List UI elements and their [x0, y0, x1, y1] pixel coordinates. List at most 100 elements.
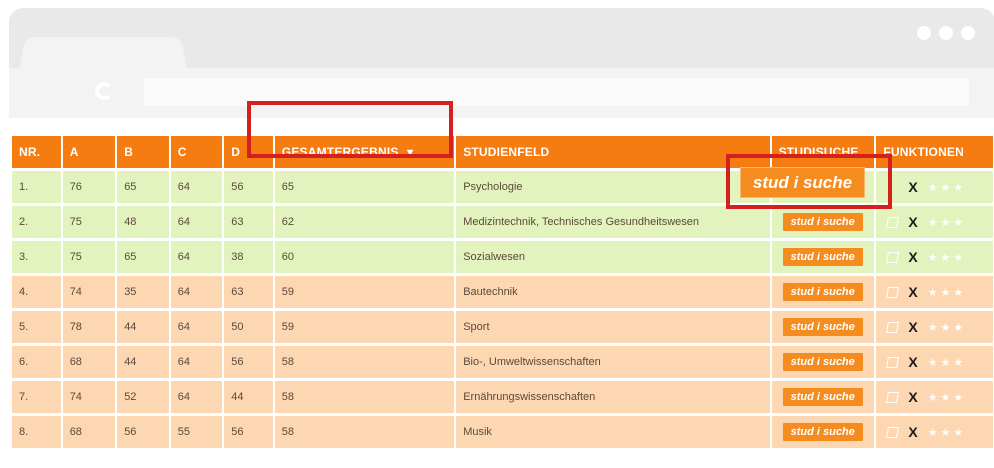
cell-nr: 7.	[12, 381, 63, 413]
window-controls	[917, 26, 975, 40]
delete-icon[interactable]: X	[908, 389, 917, 405]
cell-b: 65	[117, 171, 171, 203]
cell-nr: 2.	[12, 206, 63, 238]
cell-a: 68	[62, 416, 118, 448]
cell-nr: 1.	[12, 171, 63, 203]
cell-nr: 6.	[12, 346, 63, 378]
browser-tab[interactable]	[19, 37, 187, 70]
cell-c: 64	[170, 171, 225, 203]
rating-stars-icon[interactable]: ★★★	[928, 426, 967, 439]
cell-a: 75	[62, 206, 118, 238]
cell-studienfeld: Musik	[456, 416, 772, 448]
rating-stars-icon[interactable]: ★★★	[928, 286, 967, 299]
cell-studienfeld: Bio-, Umweltwissenschaften	[456, 346, 772, 378]
browser-window: NR. A B C D GESAMTERGEBNIS ▼ STUDIENFELD …	[9, 8, 994, 468]
cell-funktionen: X ★★★	[876, 171, 994, 203]
header-a[interactable]: A	[62, 136, 118, 168]
delete-icon[interactable]: X	[908, 214, 917, 230]
header-nr: NR.	[12, 136, 63, 168]
cell-studisuche: stud i suche	[771, 241, 877, 273]
cell-funktionen: X ★★★	[876, 416, 994, 448]
cell-b: 35	[117, 276, 171, 308]
rating-stars-icon[interactable]: ★★★	[928, 216, 967, 229]
cell-a: 74	[62, 276, 118, 308]
delete-icon[interactable]: X	[908, 179, 917, 195]
cell-studienfeld: Sozialwesen	[456, 241, 772, 273]
cell-b: 65	[117, 241, 171, 273]
cell-studisuche: stud i suche	[771, 276, 877, 308]
window-dot-2[interactable]	[939, 26, 953, 40]
window-dot-3[interactable]	[961, 26, 975, 40]
cell-b: 48	[117, 206, 171, 238]
edit-icon[interactable]	[886, 251, 900, 263]
rating-stars-icon[interactable]: ★★★	[928, 321, 967, 334]
cell-d: 56	[224, 346, 275, 378]
cell-gesamtergebnis: 58	[274, 416, 457, 448]
studisuche-button[interactable]: stud i suche	[782, 283, 863, 301]
reload-icon[interactable]	[95, 82, 113, 100]
cell-studienfeld: Bautechnik	[456, 276, 772, 308]
cell-a: 76	[62, 171, 118, 203]
studisuche-button[interactable]: stud i suche	[782, 423, 863, 441]
cell-c: 64	[170, 206, 225, 238]
browser-toolbar	[9, 68, 994, 118]
studisuche-button[interactable]: stud i suche	[782, 213, 863, 231]
cell-studienfeld: Psychologie	[456, 171, 772, 203]
edit-icon[interactable]	[886, 216, 900, 228]
studisuche-button[interactable]: stud i suche	[782, 248, 863, 266]
cell-d: 63	[224, 276, 275, 308]
cell-d: 44	[224, 381, 275, 413]
delete-icon[interactable]: X	[908, 249, 917, 265]
rating-stars-icon[interactable]: ★★★	[928, 251, 967, 264]
cell-studisuche: stud i suche	[771, 311, 877, 343]
delete-icon[interactable]: X	[908, 319, 917, 335]
highlight-gesamtergebnis	[247, 101, 453, 158]
cell-funktionen: X ★★★	[876, 346, 994, 378]
cell-b: 56	[117, 416, 171, 448]
studisuche-button[interactable]: stud i suche	[782, 318, 863, 336]
edit-icon[interactable]	[886, 321, 900, 333]
delete-icon[interactable]: X	[908, 284, 917, 300]
studisuche-button[interactable]: stud i suche	[782, 353, 863, 371]
edit-icon[interactable]	[886, 356, 900, 368]
cell-b: 52	[117, 381, 171, 413]
cell-c: 64	[170, 241, 225, 273]
cell-funktionen: X ★★★	[876, 276, 994, 308]
cell-a: 68	[62, 346, 118, 378]
cell-studisuche: stud i suche	[771, 381, 877, 413]
cell-c: 64	[170, 381, 225, 413]
cell-c: 64	[170, 311, 225, 343]
table-row: 5. 78 44 64 50 59 Sport stud i suche X ★★★	[12, 311, 994, 343]
delete-icon[interactable]: X	[908, 354, 917, 370]
table-row: 2. 75 48 64 63 62 Medizintechnik, Technisches …	[12, 206, 994, 238]
cell-funktionen: X ★★★	[876, 311, 994, 343]
cell-nr: 4.	[12, 276, 63, 308]
rating-stars-icon[interactable]: ★★★	[928, 391, 967, 404]
rating-stars-icon[interactable]: ★★★	[928, 181, 967, 194]
header-studienfeld[interactable]: STUDIENFELD	[456, 136, 772, 168]
cell-d: 56	[224, 171, 275, 203]
cell-studisuche: stud i suche	[771, 206, 877, 238]
highlight-studisuche	[726, 154, 892, 209]
header-c[interactable]: C	[170, 136, 225, 168]
edit-icon[interactable]	[886, 426, 900, 438]
table-row: 4. 74 35 64 63 59 Bautechnik stud i suche X ★★★	[12, 276, 994, 308]
edit-icon[interactable]	[886, 286, 900, 298]
cell-gesamtergebnis: 60	[274, 241, 457, 273]
header-b[interactable]: B	[117, 136, 171, 168]
cell-studienfeld: Medizintechnik, Technisches Gesundheitsw…	[456, 206, 772, 238]
cell-c: 64	[170, 276, 225, 308]
edit-icon[interactable]	[886, 391, 900, 403]
cell-gesamtergebnis: 58	[274, 381, 457, 413]
table-row: 7. 74 52 64 44 58 Ernährungswissenschaften stud…	[12, 381, 994, 413]
cell-b: 44	[117, 346, 171, 378]
delete-icon[interactable]: X	[908, 424, 917, 440]
cell-funktionen: X ★★★	[876, 206, 994, 238]
cell-gesamtergebnis: 58	[274, 346, 457, 378]
cell-nr: 3.	[12, 241, 63, 273]
rating-stars-icon[interactable]: ★★★	[928, 356, 967, 369]
cell-c: 55	[170, 416, 225, 448]
header-funktionen: FUNKTIONEN	[876, 136, 994, 168]
window-dot-1[interactable]	[917, 26, 931, 40]
studisuche-button[interactable]: stud i suche	[782, 388, 863, 406]
